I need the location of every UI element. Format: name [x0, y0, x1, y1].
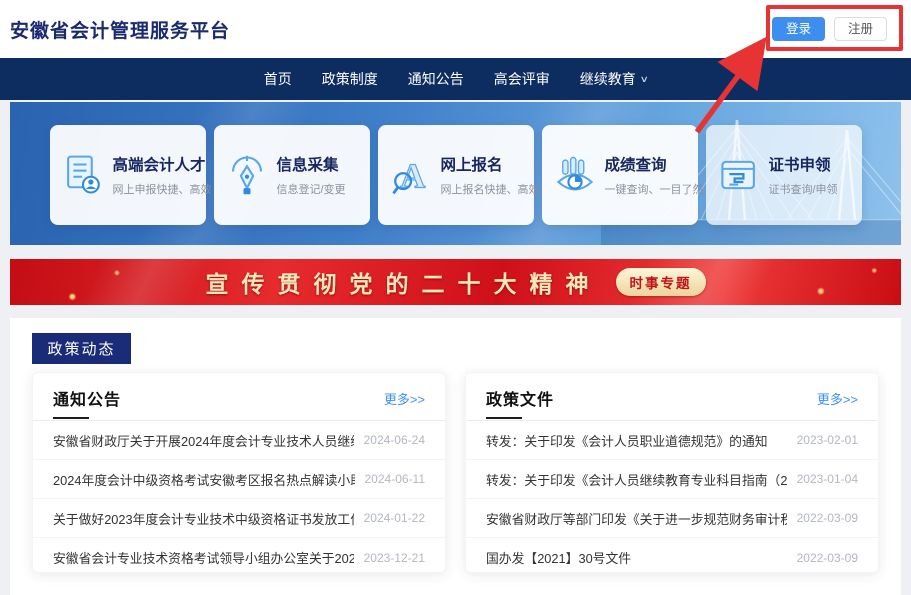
card-text: 成绩查询 一键查询、一目了然: [605, 153, 704, 197]
promo-banner[interactable]: 宣传贯彻党的二十大精神 时事专题: [10, 259, 901, 305]
promo-slogan: 宣传贯彻党的二十大精神: [206, 265, 602, 299]
tab-policy-news[interactable]: 政策动态: [32, 333, 131, 364]
card-title: 证书申领: [769, 153, 838, 175]
policy-list-card: 政策文件 更多>> 转发：关于印发《会计人员职业道德规范》的通知 2023-02…: [465, 372, 879, 573]
card-subtitle: 网上报名快捷、高效: [441, 181, 540, 197]
list-item[interactable]: 转发：关于印发《会计人员职业道德规范》的通知 2023-02-01: [466, 421, 878, 460]
list-item-title: 关于做好2023年度会计专业技术中级资格证书发放工作的通知: [53, 509, 354, 528]
nav-label: 政策制度: [322, 69, 378, 89]
list-item-title: 2024年度会计中级资格考试安徽考区报名热点解读小助手: [53, 470, 355, 489]
nav-item-continuing-education[interactable]: 继续教育 ∨: [580, 69, 648, 89]
card-certificate-claim[interactable]: 证书申领 证书查询/申领: [706, 125, 862, 225]
list-item-date: 2024-01-22: [364, 511, 425, 525]
card-info-collection[interactable]: 信息采集 信息登记/变更: [214, 125, 370, 225]
list-item[interactable]: 转发：关于印发《会计人员继续教育专业科目指南（2022年... 2023-01-…: [466, 460, 878, 499]
page: 安徽省会计管理服务平台 登录 注册 首页 政策制度 通知公告 高会评审 继续教育…: [0, 0, 911, 595]
notice-list-header: 通知公告 更多>>: [33, 373, 445, 421]
policy-list-header: 政策文件 更多>>: [466, 373, 878, 421]
card-online-registration[interactable]: A 网上报名 网上报名快捷、高效: [378, 125, 534, 225]
list-item-date: 2023-01-04: [797, 472, 858, 486]
list-item-date: 2024-06-24: [364, 433, 425, 447]
list-item-title: 安徽省财政厅关于开展2024年度会计专业技术人员继续教育...: [53, 431, 354, 450]
card-title: 信息采集: [277, 153, 346, 175]
list-item-date: 2023-02-01: [797, 433, 858, 447]
list-item-date: 2022-03-09: [797, 511, 858, 525]
list-item-title: 转发：关于印发《会计人员继续教育专业科目指南（2022年...: [486, 470, 787, 489]
card-title: 网上报名: [441, 153, 540, 175]
nav-label: 通知公告: [408, 69, 464, 89]
notice-list-title: 通知公告: [53, 386, 121, 410]
card-title: 高端会计人才: [113, 153, 212, 175]
certificate-icon: [718, 153, 760, 197]
promo-badge[interactable]: 时事专题: [616, 268, 706, 296]
nav-label: 高会评审: [494, 69, 550, 89]
site-header: 安徽省会计管理服务平台 登录 注册: [0, 0, 911, 58]
card-text: 高端会计人才 网上申报快捷、高效: [113, 153, 212, 197]
main-nav: 首页 政策制度 通知公告 高会评审 继续教育 ∨: [0, 58, 911, 100]
nav-item-notices[interactable]: 通知公告: [408, 69, 464, 89]
login-button[interactable]: 登录: [772, 17, 825, 42]
card-subtitle: 证书查询/申领: [769, 181, 838, 197]
card-text: 信息采集 信息登记/变更: [277, 153, 346, 197]
nav-item-senior-review[interactable]: 高会评审: [494, 69, 550, 89]
chevron-down-icon: ∨: [639, 74, 648, 85]
document-person-icon: [62, 153, 104, 197]
list-item[interactable]: 2024年度会计中级资格考试安徽考区报名热点解读小助手 2024-06-11: [33, 460, 445, 499]
list-item[interactable]: 国办发【2021】30号文件 2022-03-09: [466, 538, 878, 573]
eye-chart-icon: [554, 153, 596, 197]
policy-list-title: 政策文件: [486, 386, 554, 410]
nav-item-home[interactable]: 首页: [264, 69, 292, 89]
policy-more-link[interactable]: 更多>>: [817, 389, 858, 408]
list-item-title: 安徽省会计专业技术资格考试领导小组办公室关于2024年度...: [53, 548, 354, 567]
list-item-date: 2022-03-09: [797, 551, 858, 565]
register-button[interactable]: 注册: [834, 17, 887, 42]
list-item[interactable]: 关于做好2023年度会计专业技术中级资格证书发放工作的通知 2024-01-22: [33, 499, 445, 538]
service-cards: 高端会计人才 网上申报快捷、高效 信息采集 信息登记/变更: [10, 125, 901, 225]
hero-banner: 高端会计人才 网上申报快捷、高效 信息采集 信息登记/变更: [10, 102, 901, 245]
list-item[interactable]: 安徽省财政厅关于开展2024年度会计专业技术人员继续教育... 2024-06-…: [33, 421, 445, 460]
card-senior-accounting-talent[interactable]: 高端会计人才 网上申报快捷、高效: [50, 125, 206, 225]
policy-columns: 通知公告 更多>> 安徽省财政厅关于开展2024年度会计专业技术人员继续教育..…: [32, 372, 879, 573]
list-item[interactable]: 安徽省财政厅等部门印发《关于进一步规范财务审计秩序 促... 2022-03-0…: [466, 499, 878, 538]
list-item-title: 转发：关于印发《会计人员职业道德规范》的通知: [486, 431, 768, 450]
notice-more-link[interactable]: 更多>>: [384, 389, 425, 408]
notice-list-card: 通知公告 更多>> 安徽省财政厅关于开展2024年度会计专业技术人员继续教育..…: [32, 372, 446, 573]
auth-buttons: 登录 注册: [772, 17, 887, 42]
list-item-title: 国办发【2021】30号文件: [486, 548, 631, 567]
nav-label: 继续教育: [580, 69, 636, 89]
site-title: 安徽省会计管理服务平台: [10, 16, 230, 43]
letter-a-search-icon: A: [390, 153, 432, 197]
card-title: 成绩查询: [605, 153, 704, 175]
card-score-inquiry[interactable]: 成绩查询 一键查询、一目了然: [542, 125, 698, 225]
card-text: 证书申领 证书查询/申领: [769, 153, 838, 197]
nav-label: 首页: [264, 69, 292, 89]
policy-panel: 政策动态 通知公告 更多>> 安徽省财政厅关于开展2024年度会计专业技术人员继…: [10, 318, 901, 595]
card-subtitle: 信息登记/变更: [277, 181, 346, 197]
card-subtitle: 网上申报快捷、高效: [113, 181, 212, 197]
list-item[interactable]: 安徽省会计专业技术资格考试领导小组办公室关于2024年度... 2023-12-…: [33, 538, 445, 573]
nav-item-policy-system[interactable]: 政策制度: [322, 69, 378, 89]
list-item-date: 2023-12-21: [364, 551, 425, 565]
list-item-title: 安徽省财政厅等部门印发《关于进一步规范财务审计秩序 促...: [486, 509, 787, 528]
card-text: 网上报名 网上报名快捷、高效: [441, 153, 540, 197]
card-subtitle: 一键查询、一目了然: [605, 181, 704, 197]
list-item-date: 2024-06-11: [365, 472, 426, 486]
pen-nib-icon: [226, 153, 268, 197]
